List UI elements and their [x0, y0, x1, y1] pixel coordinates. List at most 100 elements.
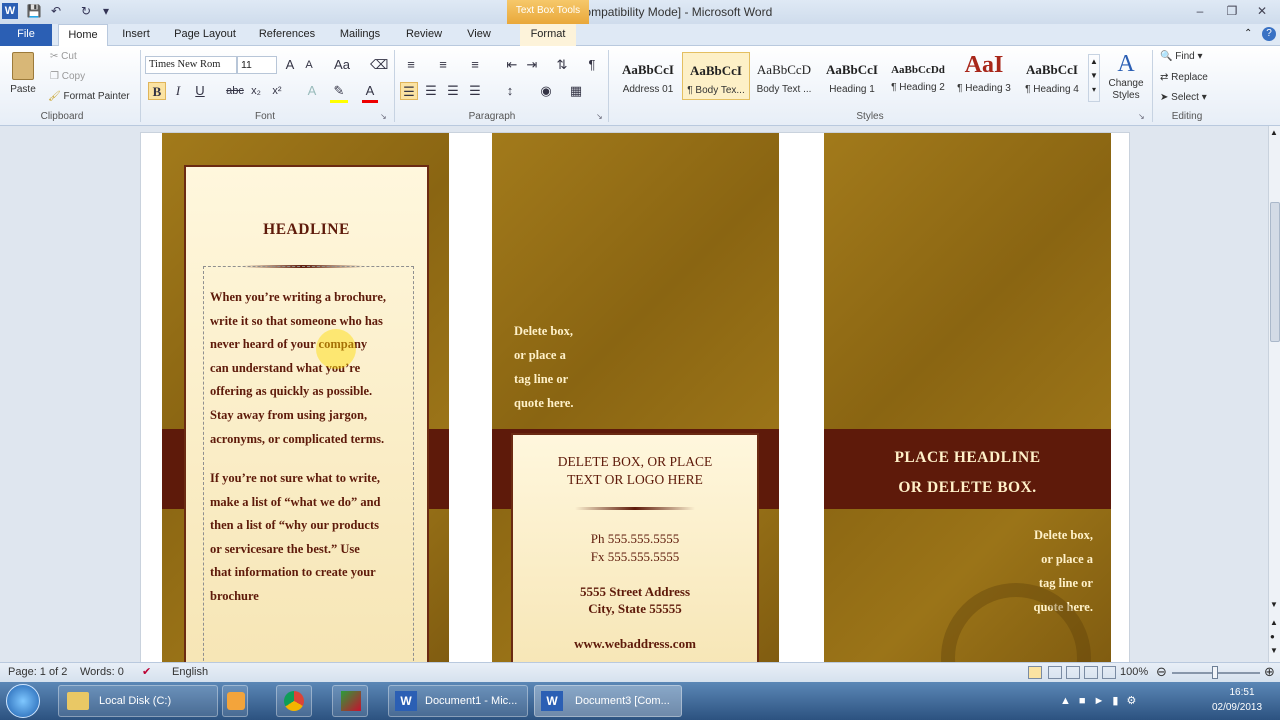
change-styles-button[interactable]: A Change Styles [1104, 50, 1148, 108]
style-address-01[interactable]: AaBbCcI Address 01 [614, 52, 682, 100]
paste-button[interactable]: Paste [6, 50, 40, 104]
shading-icon[interactable]: ◉ [536, 82, 556, 100]
clock-date[interactable]: 02/09/2013 [1200, 702, 1274, 713]
page-count[interactable]: Page: 1 of 2 [8, 666, 67, 678]
taskbar-item-media-player[interactable] [222, 685, 248, 717]
taskbar-item-document3[interactable]: W Document3 [Com... [534, 685, 682, 717]
taskbar-item-app[interactable] [332, 685, 368, 717]
zoom-in-icon[interactable]: ⊕ [1264, 664, 1275, 680]
find-button[interactable]: 🔍 Find ▾ [1160, 51, 1203, 62]
style-body-text-2[interactable]: AaBbCcD Body Text ... [750, 52, 818, 100]
align-left-icon[interactable]: ☰ [400, 82, 418, 100]
left-headline[interactable]: HEADLINE [184, 221, 429, 239]
style-heading-1[interactable]: AaBbCcI Heading 1 [818, 52, 886, 100]
draft-view-icon[interactable] [1102, 666, 1116, 679]
clear-formatting-icon[interactable]: ⌫ [370, 56, 388, 74]
scroll-up-icon[interactable]: ▲ [1270, 128, 1278, 137]
show-marks-icon[interactable]: ¶ [584, 56, 600, 74]
ribbon-minimize-icon[interactable]: ⌃ [1244, 28, 1252, 39]
phone-number[interactable]: Ph 555.555.5555 [511, 531, 759, 547]
tab-insert[interactable]: Insert [114, 24, 158, 46]
font-size-combo[interactable]: 11 [237, 56, 277, 74]
style-body-text-selected[interactable]: AaBbCcI ¶ Body Tex... [682, 52, 750, 100]
language-label[interactable]: English [172, 666, 208, 678]
tab-home[interactable]: Home [58, 24, 108, 47]
proofing-icon[interactable]: ✔ [142, 665, 151, 678]
copy-button[interactable]: ❐ Copy [50, 71, 85, 82]
superscript-icon[interactable]: x² [270, 82, 284, 100]
scroll-thumb[interactable] [1270, 202, 1280, 342]
style-heading-2[interactable]: AaBbCcDd ¶ Heading 2 [884, 52, 952, 100]
close-icon[interactable]: ✕ [1250, 3, 1274, 19]
tab-format[interactable]: Format [520, 24, 576, 46]
line-spacing-icon[interactable]: ↕ [500, 82, 520, 100]
left-paragraph-2[interactable]: If you’re not sure what to write, make a… [210, 467, 420, 609]
tab-mailings[interactable]: Mailings [332, 24, 388, 46]
highlight-icon[interactable]: ✎ [330, 82, 348, 103]
outline-view-icon[interactable] [1084, 666, 1098, 679]
bullets-icon[interactable]: ≡ [402, 56, 420, 74]
zoom-out-icon[interactable]: ⊖ [1156, 664, 1167, 680]
taskbar-item-document1[interactable]: W Document1 - Mic... [388, 685, 528, 717]
borders-icon[interactable]: ▦ [566, 82, 586, 100]
vertical-scrollbar[interactable]: ▲ ▼ ▲ ● ▼ [1268, 126, 1280, 662]
prev-page-icon[interactable]: ▲ [1270, 618, 1278, 627]
multilevel-list-icon[interactable]: ≡ [466, 56, 484, 74]
italic-icon[interactable]: I [170, 82, 186, 100]
next-page-icon[interactable]: ▼ [1270, 646, 1278, 655]
tray-icons[interactable]: ▲■►▮⚙ [1060, 694, 1170, 708]
minimize-icon[interactable]: – [1188, 3, 1212, 19]
city-state[interactable]: City, State 55555 [511, 601, 759, 617]
tab-review[interactable]: Review [398, 24, 450, 46]
font-dialog-launcher-icon[interactable]: ↘ [380, 112, 387, 121]
print-layout-view-icon[interactable] [1028, 666, 1042, 679]
zoom-level[interactable]: 100% [1120, 666, 1148, 678]
change-case-icon[interactable]: Aa [332, 56, 352, 74]
grow-font-icon[interactable]: A [282, 56, 298, 74]
strikethrough-icon[interactable]: abc [226, 82, 244, 100]
tab-page-layout[interactable]: Page Layout [168, 24, 242, 46]
bold-icon[interactable]: B [148, 82, 166, 100]
style-heading-4[interactable]: AaBbCcI ¶ Heading 4 [1018, 52, 1086, 100]
middle-quote[interactable]: Delete box, or place a tag line or quote… [514, 319, 634, 415]
fax-number[interactable]: Fx 555.555.5555 [511, 549, 759, 565]
style-heading-3[interactable]: AaI ¶ Heading 3 [950, 52, 1018, 100]
numbering-icon[interactable]: ≡ [434, 56, 452, 74]
document-page[interactable]: HEADLINE When you’re writing a brochure,… [140, 132, 1130, 662]
zoom-slider-thumb[interactable] [1212, 666, 1218, 679]
select-button[interactable]: ➤ Select ▾ [1160, 92, 1207, 103]
tab-references[interactable]: References [252, 24, 322, 46]
font-color-icon[interactable]: A [362, 82, 378, 103]
replace-button[interactable]: ⇄ Replace [1160, 72, 1208, 83]
align-center-icon[interactable]: ☰ [422, 82, 440, 100]
paragraph-dialog-launcher-icon[interactable]: ↘ [596, 112, 603, 121]
help-icon[interactable]: ? [1262, 27, 1276, 41]
full-screen-view-icon[interactable] [1048, 666, 1062, 679]
browse-object-icon[interactable]: ● [1270, 632, 1275, 641]
styles-dialog-launcher-icon[interactable]: ↘ [1138, 112, 1145, 121]
align-right-icon[interactable]: ☰ [444, 82, 462, 100]
clock-time[interactable]: 16:51 [1212, 687, 1272, 698]
shrink-font-icon[interactable]: A [302, 56, 316, 74]
taskbar-item-chrome[interactable] [276, 685, 312, 717]
taskbar-item-local-disk[interactable]: Local Disk (C:) [58, 685, 218, 717]
cut-button[interactable]: ✂ Cut [50, 51, 77, 62]
tab-view[interactable]: View [458, 24, 500, 46]
right-headline[interactable]: PLACE HEADLINE OR DELETE BOX. [824, 443, 1111, 503]
start-button[interactable] [6, 684, 40, 718]
web-address[interactable]: www.webaddress.com [511, 636, 759, 652]
font-name-combo[interactable]: Times New Rom [145, 56, 237, 74]
middle-box-title[interactable]: DELETE BOX, OR PLACE TEXT OR LOGO HERE [511, 453, 759, 489]
street-address[interactable]: 5555 Street Address [511, 584, 759, 600]
increase-indent-icon[interactable]: ⇥ [524, 56, 540, 74]
styles-scroll-icon[interactable]: ▲ ▼ ▾ [1088, 54, 1100, 102]
tab-file[interactable]: File [0, 24, 52, 46]
justify-icon[interactable]: ☰ [466, 82, 484, 100]
text-effects-icon[interactable]: A [304, 82, 320, 100]
left-paragraph-1[interactable]: When you’re writing a brochure, write it… [210, 286, 420, 451]
subscript-icon[interactable]: x₂ [249, 82, 263, 100]
sort-icon[interactable]: ⇅ [554, 56, 570, 74]
underline-icon[interactable]: U [192, 82, 208, 100]
scroll-down-icon[interactable]: ▼ [1270, 600, 1278, 609]
format-painter-button[interactable]: 🖌 Format Painter [48, 91, 130, 102]
